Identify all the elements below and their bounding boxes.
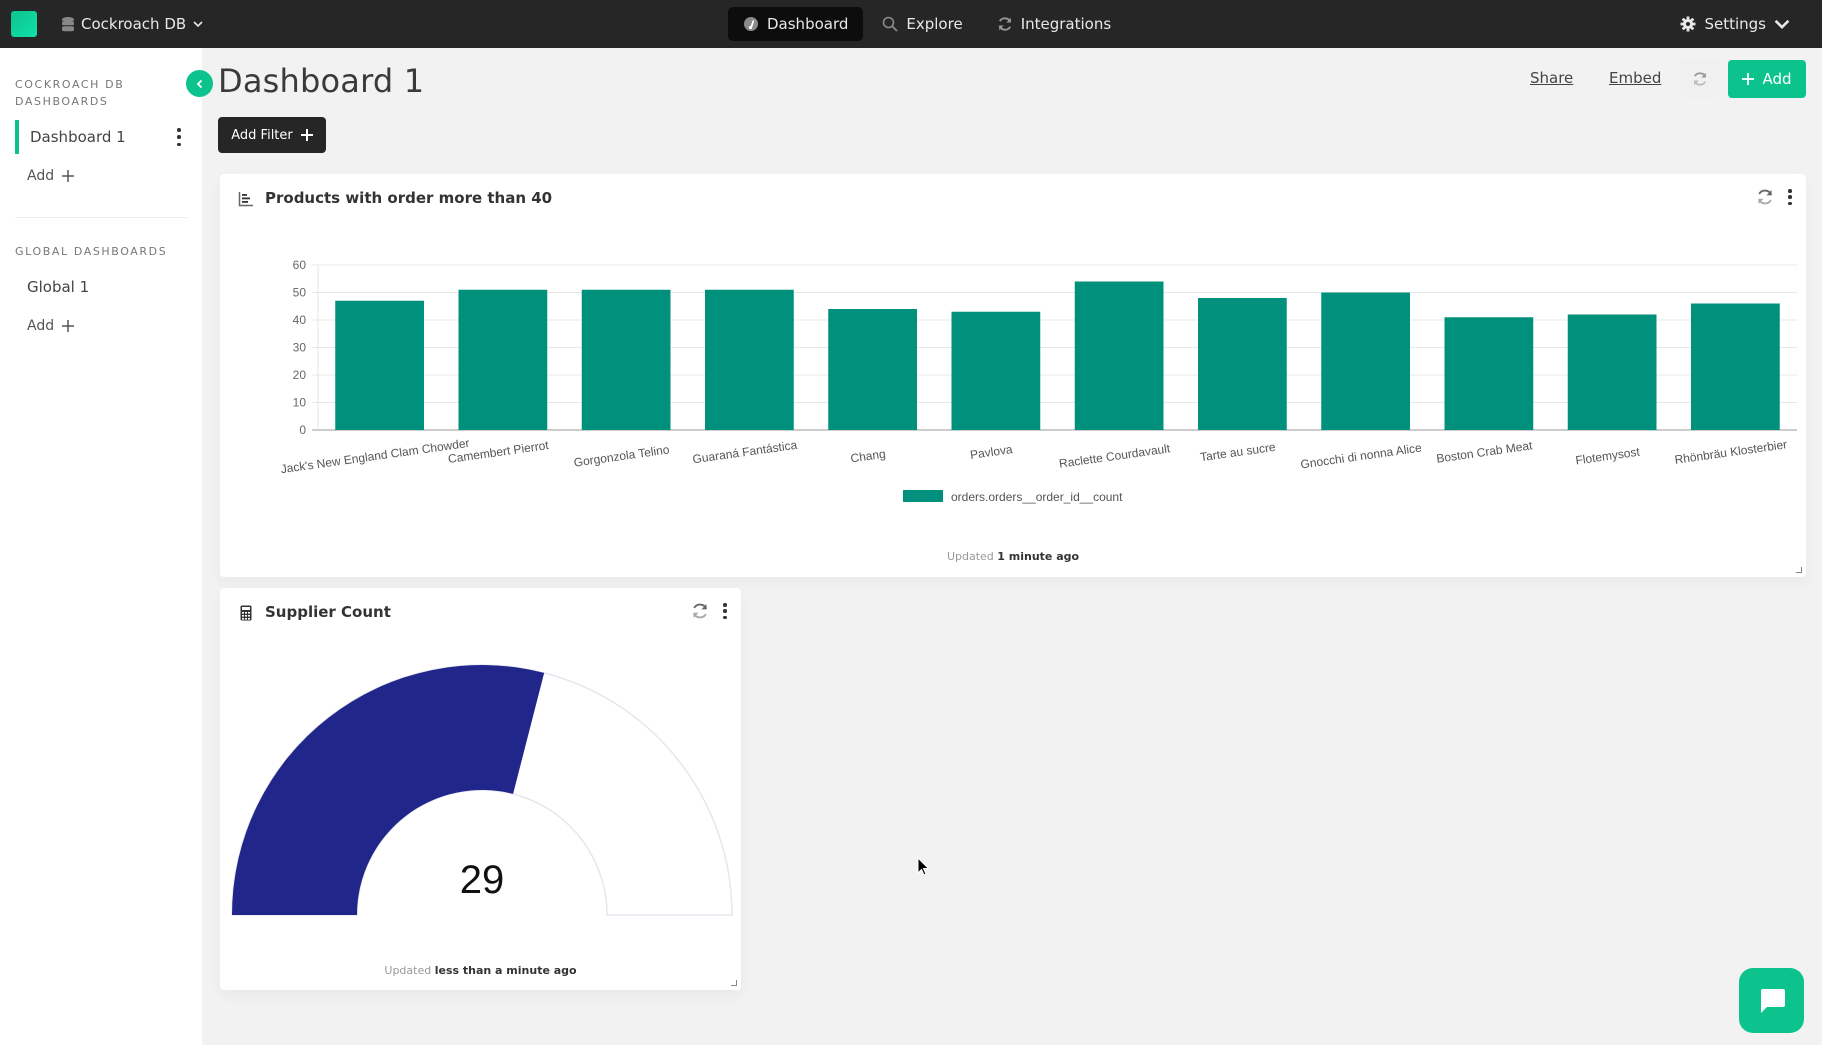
y-tick-label: 20 bbox=[293, 368, 307, 382]
sidebar-divider bbox=[15, 217, 187, 218]
database-name: Cockroach DB bbox=[81, 15, 187, 33]
x-tick-label: Guaraná Fantástica bbox=[692, 438, 799, 467]
x-tick-label: Chang bbox=[850, 447, 887, 466]
sidebar-item-label: Dashboard 1 bbox=[30, 128, 126, 146]
legend-label: orders.orders__order_id__count bbox=[951, 490, 1123, 504]
y-tick-label: 0 bbox=[299, 423, 306, 437]
top-navigation-bar: Cockroach DB Dashboard Explore Integrati… bbox=[0, 0, 1822, 48]
nav-dashboard-label: Dashboard bbox=[767, 15, 849, 33]
add-filter-button[interactable]: Add Filter bbox=[218, 117, 326, 153]
resize-handle[interactable] bbox=[731, 980, 737, 986]
x-tick-label: Boston Crab Meat bbox=[1435, 438, 1533, 465]
nav-dashboard[interactable]: Dashboard bbox=[728, 7, 864, 41]
add-global-dashboard-button[interactable]: Add bbox=[27, 318, 75, 334]
bar bbox=[1321, 292, 1410, 430]
sidebar-item-dashboard-1[interactable]: Dashboard 1 bbox=[15, 120, 187, 154]
chevron-down-icon bbox=[1774, 19, 1790, 30]
sidebar: COCKROACH DB DASHBOARDS Dashboard 1 Add … bbox=[0, 48, 202, 1045]
bar bbox=[1198, 298, 1287, 430]
gauge-card: Supplier Count 29 Updated less than a mi… bbox=[220, 588, 741, 990]
main-nav: Dashboard Explore Integrations bbox=[728, 7, 1126, 41]
bar bbox=[1074, 281, 1164, 430]
sync-icon bbox=[998, 17, 1012, 31]
embed-link[interactable]: Embed bbox=[1609, 69, 1661, 87]
sidebar-section-title: COCKROACH DB DASHBOARDS bbox=[15, 78, 125, 108]
refresh-dashboard-button[interactable] bbox=[1681, 60, 1719, 98]
x-tick-label: Rhönbräu Klosterbier bbox=[1674, 437, 1788, 467]
bar-chart-card: Products with order more than 40 0 10 20 30… bbox=[220, 174, 1806, 577]
chat-bubble-icon bbox=[1760, 988, 1785, 1013]
nav-explore-label: Explore bbox=[906, 15, 963, 33]
add-widget-button[interactable]: Add bbox=[1728, 60, 1806, 98]
mouse-cursor-icon bbox=[917, 857, 930, 876]
add-label: Add bbox=[27, 168, 55, 184]
plus-icon bbox=[1742, 73, 1755, 85]
x-tick-label: Pavlova bbox=[969, 442, 1014, 462]
chevron-down-icon bbox=[193, 21, 203, 28]
y-tick-label: 30 bbox=[293, 341, 307, 355]
x-tick-label: Flotemysost bbox=[1575, 445, 1642, 468]
x-tick-label: Raclette Courdavault bbox=[1058, 441, 1172, 471]
x-tick-label: Jack's New England Clam Chowder bbox=[280, 436, 470, 476]
bar bbox=[951, 311, 1041, 430]
page-title: Dashboard 1 bbox=[218, 62, 425, 100]
bar-chart: 0 10 20 30 40 50 60 Jack's New England Clam Cho… bbox=[280, 258, 1797, 504]
chat-support-button[interactable] bbox=[1739, 968, 1804, 1033]
database-selector[interactable]: Cockroach DB bbox=[62, 0, 203, 48]
updated-status: Updated less than a minute ago bbox=[220, 964, 741, 977]
bar bbox=[705, 289, 794, 430]
nav-explore[interactable]: Explore bbox=[867, 7, 977, 41]
settings-label: Settings bbox=[1704, 15, 1766, 33]
plus-icon bbox=[62, 170, 75, 182]
bar bbox=[335, 300, 424, 430]
share-link[interactable]: Share bbox=[1530, 69, 1573, 87]
updated-time: less than a minute ago bbox=[434, 964, 577, 977]
settings-menu[interactable]: Settings bbox=[1680, 0, 1790, 48]
y-tick-label: 10 bbox=[293, 396, 307, 410]
dashboard-gauge-icon bbox=[744, 17, 758, 31]
gauge-chart: 29 bbox=[231, 664, 733, 916]
updated-prefix: Updated bbox=[946, 550, 994, 563]
sidebar-section-title: GLOBAL DASHBOARDS bbox=[15, 245, 168, 258]
updated-prefix: Updated bbox=[384, 964, 432, 977]
refresh-icon bbox=[1693, 72, 1707, 86]
collapse-sidebar-button[interactable] bbox=[186, 70, 213, 97]
resize-handle[interactable] bbox=[1796, 567, 1802, 573]
plus-icon bbox=[300, 129, 313, 141]
app-logo[interactable] bbox=[11, 11, 37, 37]
bar bbox=[1567, 314, 1657, 430]
nav-integrations[interactable]: Integrations bbox=[982, 7, 1126, 41]
x-tick-label: Gnocchi di nonna Alice bbox=[1300, 441, 1423, 472]
add-label: Add bbox=[1762, 70, 1792, 88]
add-filter-label: Add Filter bbox=[231, 127, 293, 143]
y-tick-label: 50 bbox=[293, 286, 307, 300]
add-label: Add bbox=[27, 318, 55, 334]
sidebar-item-global-1[interactable]: Global 1 bbox=[15, 270, 187, 304]
gauge-value: 29 bbox=[460, 858, 505, 902]
updated-status: Updated 1 minute ago bbox=[220, 550, 1806, 563]
search-icon bbox=[883, 16, 899, 32]
plus-icon bbox=[62, 320, 75, 332]
x-tick-label: Tarte au sucre bbox=[1199, 440, 1277, 464]
bar bbox=[1691, 303, 1780, 430]
bar bbox=[581, 289, 671, 430]
bar bbox=[828, 309, 917, 430]
y-tick-label: 60 bbox=[293, 258, 307, 272]
kebab-menu-icon[interactable] bbox=[177, 128, 181, 146]
sidebar-item-label: Global 1 bbox=[27, 278, 90, 296]
nav-integrations-label: Integrations bbox=[1020, 15, 1112, 33]
chevron-left-icon bbox=[196, 79, 202, 88]
x-tick-label: Gorgonzola Telino bbox=[573, 442, 671, 469]
bar bbox=[458, 289, 548, 430]
legend-swatch bbox=[903, 490, 943, 502]
bar bbox=[1444, 317, 1534, 430]
gear-icon bbox=[1680, 16, 1696, 32]
add-dashboard-button[interactable]: Add bbox=[27, 168, 75, 184]
updated-time: 1 minute ago bbox=[997, 550, 1080, 563]
database-icon bbox=[62, 16, 74, 31]
y-tick-label: 40 bbox=[293, 313, 307, 327]
